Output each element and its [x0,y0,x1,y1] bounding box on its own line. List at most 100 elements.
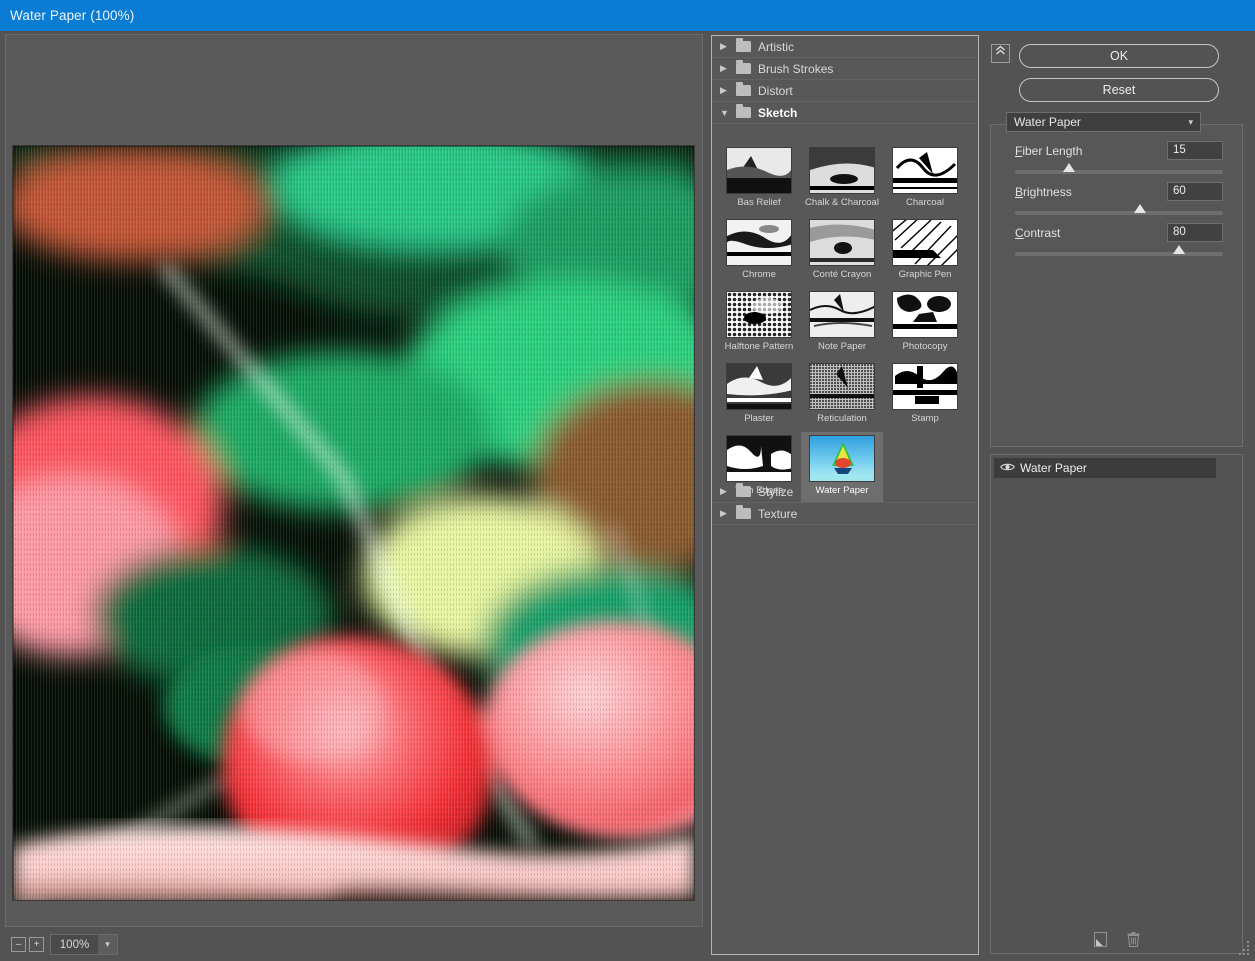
slider-value-fiber-length[interactable]: 15 [1167,141,1223,160]
chevron-right-icon[interactable]: ▶ [720,85,736,96]
thumbnail-preview-image [809,291,875,338]
slider-value-brightness[interactable]: 60 [1167,182,1223,201]
filter-thumbnail-photocopy[interactable]: Photocopy [884,288,966,359]
slider-thumb-brightness[interactable] [1134,204,1146,213]
thumbnail-label: Stamp [911,413,938,424]
category-row-stylize[interactable]: ▶ Stylize [712,481,978,503]
preview-artwork [13,146,695,901]
thumbnail-preview-image [809,435,875,482]
list-item[interactable]: Water Paper [994,458,1216,478]
filter-thumbnail-halftone-pattern[interactable]: Halftone Pattern [718,288,800,359]
folder-icon [736,508,751,519]
thumbnail-label: Halftone Pattern [725,341,794,352]
filter-thumbnail-reticulation[interactable]: Reticulation [801,360,883,431]
chevron-right-icon[interactable]: ▶ [720,63,736,74]
chevron-right-icon[interactable]: ▶ [720,41,736,52]
folder-icon [736,107,751,118]
filter-thumbnail-chalk-charcoal[interactable]: Chalk & Charcoal [801,144,883,215]
ok-button[interactable]: OK [1019,44,1219,68]
category-row-sketch[interactable]: ▼ Sketch [712,102,978,124]
thumbnail-label: Reticulation [817,413,867,424]
filter-thumbnail-chrome[interactable]: Chrome [718,216,800,287]
zoom-in-button[interactable]: + [29,937,44,952]
filter-name-value: Water Paper [1007,115,1188,129]
slider-thumb-contrast[interactable] [1173,245,1185,254]
thumbnail-label: Conté Crayon [813,269,872,280]
category-label: Artistic [758,40,794,54]
folder-icon [736,85,751,96]
thumbnail-preview-image [726,147,792,194]
category-label: Sketch [758,106,797,120]
slider-track-fiber-length[interactable] [1015,170,1223,174]
filter-settings-box: Water Paper ▾ Fiber Length 15 Brightness… [990,124,1243,447]
filter-thumbnail-cont-crayon[interactable]: Conté Crayon [801,216,883,287]
thumbnail-label: Graphic Pen [899,269,952,280]
filter-thumbnail-graphic-pen[interactable]: Graphic Pen [884,216,966,287]
new-effect-layer-icon[interactable] [1092,931,1109,948]
folder-icon [736,63,751,74]
window-title: Water Paper (100%) [10,8,134,23]
slider-brightness: Brightness 60 [1015,182,1223,215]
collapse-panel-button[interactable] [991,44,1010,63]
preview-pane [0,31,706,929]
reset-button[interactable]: Reset [1019,78,1219,102]
filter-thumbnail-note-paper[interactable]: Note Paper [801,288,883,359]
grip-dot [1247,953,1249,955]
filter-thumbnail-plaster[interactable]: Plaster [718,360,800,431]
filter-thumbnail-grid: Bas ReliefChalk & Charcoal Charcoal Chrome… [712,140,978,508]
thumbnail-preview-image [726,219,792,266]
slider-contrast: Contrast 80 [1015,223,1223,256]
eye-icon[interactable] [994,462,1020,475]
category-row-artistic[interactable]: ▶ Artistic [712,36,978,58]
layer-name-label: Water Paper [1020,461,1087,475]
thumbnail-preview-image [809,219,875,266]
chevron-right-icon[interactable]: ▶ [720,486,736,497]
slider-fiber-length: Fiber Length 15 [1015,141,1223,174]
grip-dot [1247,941,1249,943]
folder-icon [736,41,751,52]
category-row-texture[interactable]: ▶ Texture [712,503,978,525]
filter-thumbnail-bas-relief[interactable]: Bas Relief [718,144,800,215]
filtered-image-preview[interactable] [12,145,695,901]
chevron-down-icon[interactable]: ▾ [1188,117,1200,128]
slider-thumb-fiber-length[interactable] [1063,163,1075,172]
filter-category-list-top: ▶ Artistic ▶Brush Strokes▶Distort ▼ Sketch [712,36,978,124]
category-label: Texture [758,507,797,521]
zoom-out-button[interactable]: – [11,937,26,952]
slider-value-contrast[interactable]: 80 [1167,223,1223,242]
thumbnail-label: Plaster [744,413,774,424]
thumbnail-label: Charcoal [906,197,944,208]
thumbnail-label: Chrome [742,269,776,280]
filter-category-list-bottom: ▶ Stylize ▶ Texture [712,481,978,525]
window-resize-grip[interactable] [1237,941,1251,955]
thumbnail-preview-image [892,147,958,194]
chevron-double-up-icon [995,45,1006,56]
category-label: Stylize [758,485,793,499]
chevron-down-icon[interactable]: ▼ [720,108,736,118]
accel-char: C [1015,226,1024,240]
trash-icon[interactable] [1125,931,1142,948]
category-row-brush-strokes[interactable]: ▶Brush Strokes [712,58,978,80]
zoom-level-combobox[interactable]: 100% ▾ [50,934,118,955]
preview-frame [5,34,703,927]
filter-thumbnail-stamp[interactable]: Stamp [884,360,966,431]
grip-dot [1247,945,1249,947]
filter-category-panel: ▶ Artistic ▶Brush Strokes▶Distort ▼ Sketch B… [711,35,979,955]
thumbnail-preview-image [726,435,792,482]
thumbnail-preview-image [892,291,958,338]
chevron-down-icon[interactable]: ▾ [98,935,117,954]
filter-gallery-dialog: Water Paper (100%) [0,0,1255,961]
slider-track-brightness[interactable] [1015,211,1223,215]
folder-icon [736,486,751,497]
thumbnail-label: Note Paper [818,341,866,352]
grip-dot [1239,953,1241,955]
filter-thumbnail-charcoal[interactable]: Charcoal [884,144,966,215]
thumbnail-label: Photocopy [903,341,948,352]
slider-track-contrast[interactable] [1015,252,1223,256]
chevron-right-icon[interactable]: ▶ [720,508,736,519]
filter-name-dropdown[interactable]: Water Paper ▾ [1006,112,1201,132]
category-row-distort[interactable]: ▶Distort [712,80,978,102]
grip-dot [1243,953,1245,955]
effect-layer-footer [991,931,1242,948]
label-rest: rightness [1023,185,1072,199]
